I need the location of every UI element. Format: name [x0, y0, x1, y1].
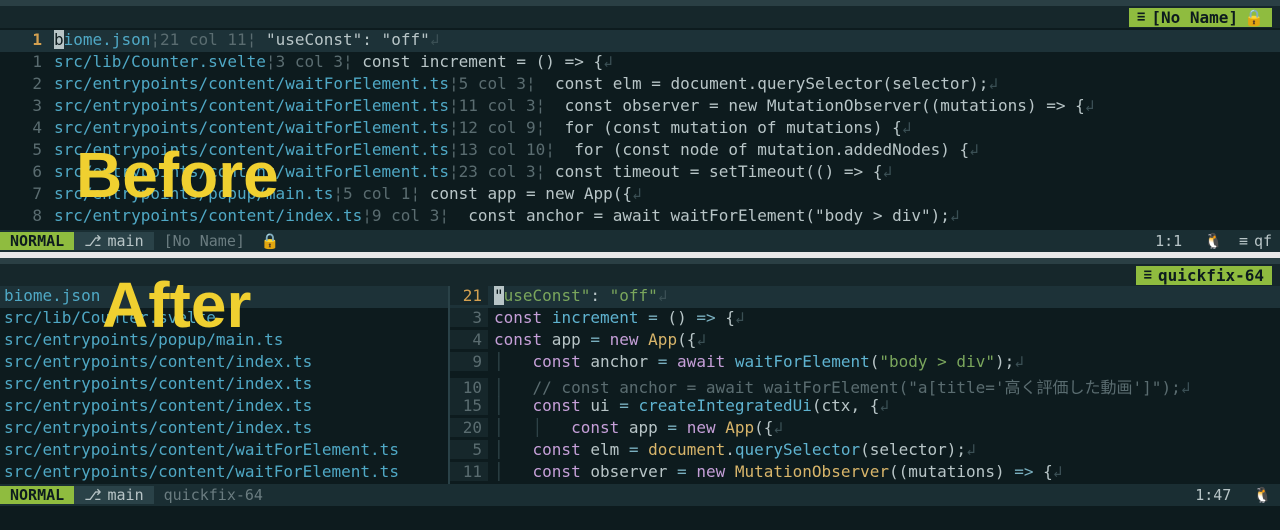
file-list-item[interactable]: src/entrypoints/content/waitForElement.t… — [0, 440, 448, 462]
quickfix-row[interactable]: 7src/entrypoints/popup/main.ts¦5 col 1¦ … — [0, 184, 1280, 206]
buffer-name: quickfix-64 — [154, 486, 273, 504]
file-list-item[interactable]: src/entrypoints/content/index.ts — [0, 418, 448, 440]
preview-line: 4const app = new App({↲ — [450, 330, 1280, 352]
quickfix-list-before[interactable]: 1biome.json¦21 col 11¦ "useConst": "off"… — [0, 28, 1280, 230]
tab-quickfix[interactable]: ≡ quickfix-64 — [1136, 266, 1272, 285]
list-icon: ≡ — [1137, 9, 1145, 25]
quickfix-row[interactable]: 4src/entrypoints/content/waitForElement.… — [0, 118, 1280, 140]
lock-icon: 🔒 — [255, 232, 286, 250]
file-list-item[interactable]: src/entrypoints/content/index.ts — [0, 374, 448, 396]
tab-label: [No Name] — [1151, 8, 1238, 27]
preview-line: 20│ │ const app = new App({↲ — [450, 418, 1280, 440]
preview-line: 21"useConst": "off"↲ — [450, 286, 1280, 308]
cursor-position: 1:1 — [1141, 232, 1196, 250]
file-list-item[interactable]: biome.json — [0, 286, 448, 308]
list-icon: ≡ — [1144, 267, 1152, 283]
quickfix-row[interactable]: 1src/lib/Counter.svelte¦3 col 3¦ const i… — [0, 52, 1280, 74]
file-list-item[interactable]: src/entrypoints/content/index.ts — [0, 352, 448, 374]
tabline-before: ≡ [No Name] 🔒 — [0, 6, 1280, 28]
tab-label: quickfix-64 — [1158, 266, 1264, 285]
git-branch: ⎇ main — [74, 232, 153, 250]
tabline-after: ≡ quickfix-64 — [0, 264, 1280, 286]
preview-line: 10│ // const anchor = await waitForEleme… — [450, 374, 1280, 396]
quickfix-row[interactable]: 5src/entrypoints/content/waitForElement.… — [0, 140, 1280, 162]
file-list-item[interactable]: src/entrypoints/content/index.ts — [0, 396, 448, 418]
linux-icon: 🐧 — [1245, 486, 1280, 504]
cursor-position: 1:47 — [1181, 486, 1245, 504]
linux-icon: 🐧 — [1196, 232, 1231, 250]
quickfix-row[interactable]: 6src/entrypoints/content/waitForElement.… — [0, 162, 1280, 184]
statusline-before: NORMAL ⎇ main [No Name] 🔒 1:1 🐧 ≡ qf — [0, 230, 1280, 252]
file-list-pane[interactable]: biome.jsonsrc/lib/Counter.sveltesrc/entr… — [0, 286, 448, 484]
filetype: ≡ qf — [1231, 232, 1280, 250]
quickfix-row[interactable]: 1biome.json¦21 col 11¦ "useConst": "off"… — [0, 30, 1280, 52]
file-list-item[interactable]: src/entrypoints/content/waitForElement.t… — [0, 462, 448, 484]
git-branch: ⎇ main — [74, 486, 153, 504]
preview-line: 5│ const elm = document.querySelector(se… — [450, 440, 1280, 462]
statusline-after: NORMAL ⎇ main quickfix-64 1:47 🐧 — [0, 484, 1280, 506]
preview-line: 9│ const anchor = await waitForElement("… — [450, 352, 1280, 374]
preview-pane[interactable]: 21"useConst": "off"↲3const increment = (… — [448, 286, 1280, 484]
lock-icon: 🔒 — [1244, 8, 1264, 27]
before-pane: Before ≡ [No Name] 🔒 1biome.json¦21 col … — [0, 6, 1280, 252]
buffer-name: [No Name] — [154, 232, 255, 250]
preview-line: 11│ const observer = new MutationObserve… — [450, 462, 1280, 484]
mode-indicator: NORMAL — [0, 232, 74, 250]
file-list-item[interactable]: src/lib/Counter.svelte — [0, 308, 448, 330]
quickfix-row[interactable]: 3src/entrypoints/content/waitForElement.… — [0, 96, 1280, 118]
branch-icon: ⎇ — [84, 486, 101, 504]
mode-indicator: NORMAL — [0, 486, 74, 504]
quickfix-row[interactable]: 8src/entrypoints/content/index.ts¦9 col … — [0, 206, 1280, 228]
preview-line: 3const increment = () => {↲ — [450, 308, 1280, 330]
tab-noname[interactable]: ≡ [No Name] 🔒 — [1129, 8, 1272, 27]
preview-line: 15│ const ui = createIntegratedUi(ctx, {… — [450, 396, 1280, 418]
after-pane: After ≡ quickfix-64 biome.jsonsrc/lib/Co… — [0, 264, 1280, 506]
list-icon: ≡ — [1239, 232, 1248, 250]
branch-icon: ⎇ — [84, 232, 101, 250]
quickfix-row[interactable]: 2src/entrypoints/content/waitForElement.… — [0, 74, 1280, 96]
file-list-item[interactable]: src/entrypoints/popup/main.ts — [0, 330, 448, 352]
